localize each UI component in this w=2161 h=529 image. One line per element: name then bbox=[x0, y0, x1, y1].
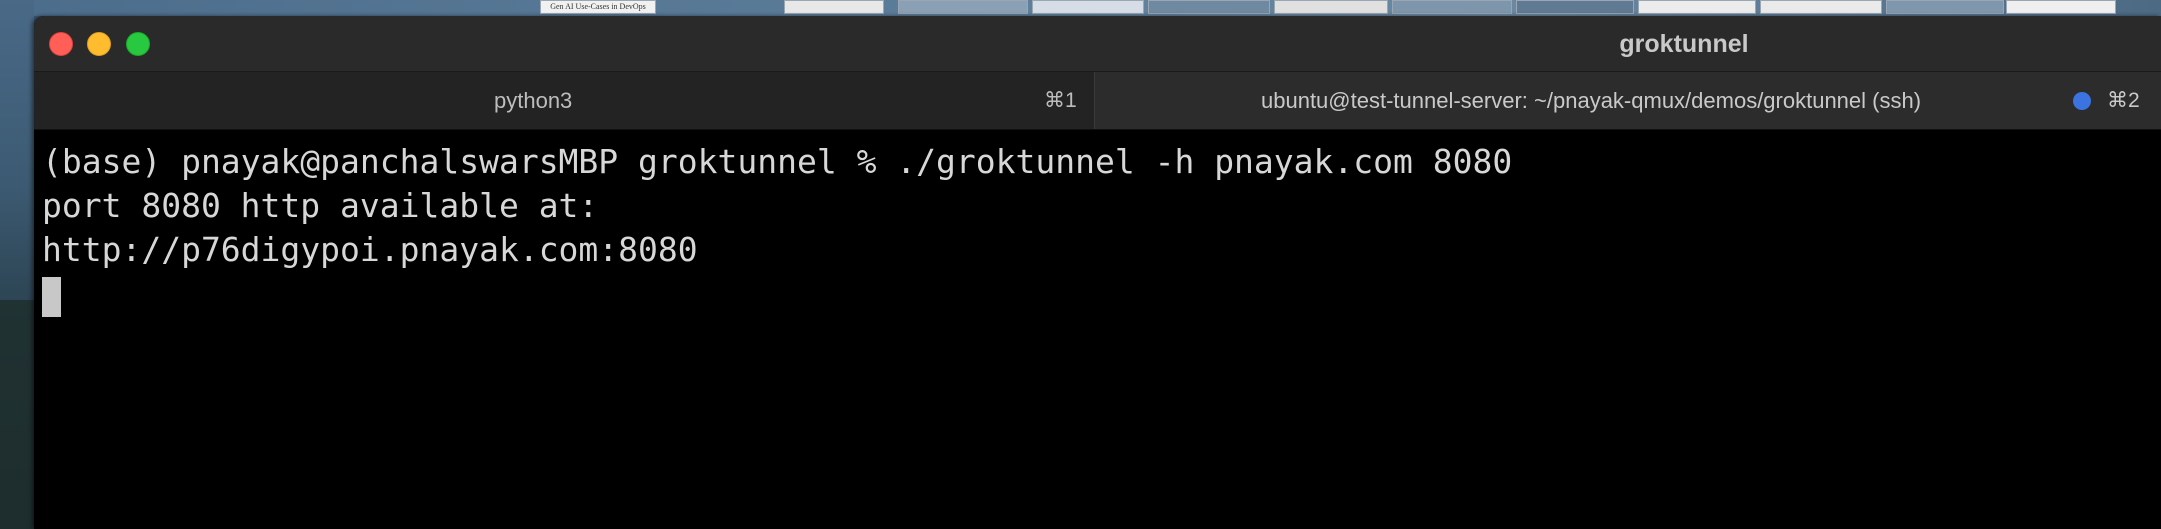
desktop-window-thumbnail[interactable] bbox=[1886, 0, 2004, 14]
maximize-icon[interactable] bbox=[126, 32, 150, 56]
desktop-window-thumbnail[interactable] bbox=[784, 0, 884, 14]
terminal-line: http://p76digypoi.pnayak.com:8080 bbox=[42, 230, 698, 269]
tab-label: python3 bbox=[494, 88, 573, 113]
tab-bar: python3 ⌘1 ubuntu@test-tunnel-server: ~/… bbox=[34, 72, 2161, 130]
tab-python3[interactable]: python3 ⌘1 bbox=[34, 72, 1095, 129]
terminal-window: groktunnel python3 ⌘1 ubuntu@test-tunnel… bbox=[34, 16, 2161, 529]
desktop-wallpaper-left bbox=[0, 0, 34, 529]
tab-ssh-session[interactable]: ubuntu@test-tunnel-server: ~/pnayak-qmux… bbox=[1095, 72, 2161, 129]
desktop-window-thumbnail[interactable] bbox=[1638, 0, 1756, 14]
desktop-window-thumbnail[interactable] bbox=[2006, 0, 2116, 14]
terminal-output[interactable]: (base) pnayak@panchalswarsMBP groktunnel… bbox=[34, 130, 2161, 529]
wallpaper-trees bbox=[0, 300, 34, 529]
desktop-window-thumbnail[interactable] bbox=[898, 0, 1028, 14]
tab-label: ubuntu@test-tunnel-server: ~/pnayak-qmux… bbox=[1261, 88, 1922, 113]
activity-indicator-icon bbox=[2073, 92, 2091, 110]
desktop-window-thumbnail[interactable] bbox=[1148, 0, 1270, 14]
desktop-window-thumbnail[interactable] bbox=[1032, 0, 1144, 14]
desktop-window-thumbnail[interactable] bbox=[1516, 0, 1634, 14]
tab-shortcut: ⌘1 bbox=[1044, 89, 1077, 112]
tab-shortcut: ⌘2 bbox=[2107, 89, 2140, 112]
close-icon[interactable] bbox=[49, 32, 73, 56]
window-title: groktunnel bbox=[1619, 30, 1749, 58]
terminal-line: (base) pnayak@panchalswarsMBP groktunnel… bbox=[42, 142, 1513, 181]
text-cursor bbox=[42, 276, 61, 317]
desktop-window-thumbnail[interactable] bbox=[1274, 0, 1388, 14]
minimize-icon[interactable] bbox=[87, 32, 111, 56]
desktop-window-thumbnail[interactable] bbox=[1392, 0, 1512, 14]
terminal-prompt-line bbox=[42, 272, 2161, 317]
terminal-line: port 8080 http available at: bbox=[42, 186, 599, 225]
desktop-window-thumbnail[interactable]: Gen AI Use-Cases in DevOps bbox=[540, 0, 656, 14]
desktop-background: Gen AI Use-Cases in DevOps groktunnel py… bbox=[0, 0, 2161, 529]
window-titlebar[interactable]: groktunnel bbox=[34, 16, 2161, 72]
desktop-window-thumbnail[interactable] bbox=[1760, 0, 1882, 14]
